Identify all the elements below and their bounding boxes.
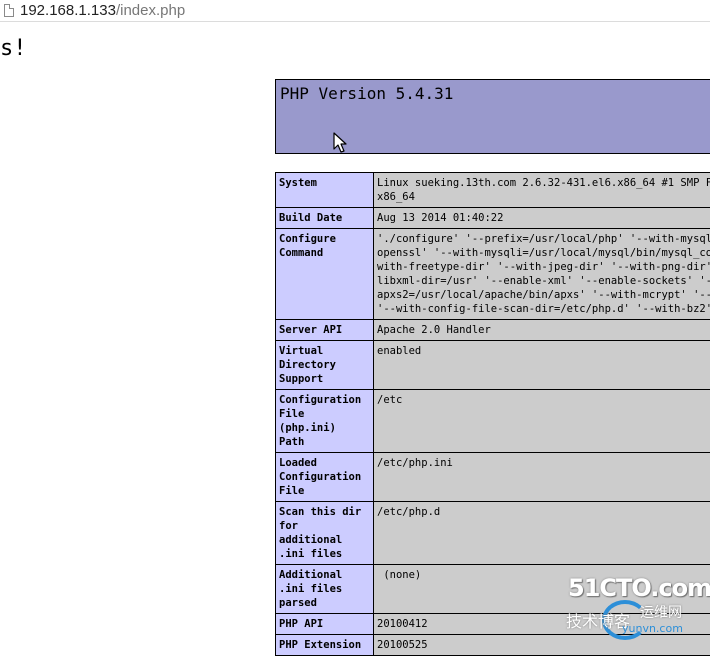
table-row: Server APIApache 2.0 Handler	[276, 320, 710, 341]
mouse-cursor-icon	[333, 132, 349, 154]
php-version-title: PHP Version 5.4.31	[280, 84, 453, 103]
table-row: Build DateAug 13 2014 01:40:22	[276, 208, 710, 229]
row-value: Apache 2.0 Handler	[374, 320, 710, 341]
table-row: Configuration File (php.ini) Path/etc	[276, 390, 710, 453]
watermark-logo: 51CTO.com 技术博客 运维网 yunvn.com	[560, 570, 710, 648]
row-value: /etc/php.ini	[374, 453, 710, 502]
table-row: Scan this dir for additional .ini files/…	[276, 502, 710, 565]
row-label: System	[276, 173, 374, 208]
watermark-sub-right: 运维网	[640, 602, 682, 622]
row-label: Server API	[276, 320, 374, 341]
url-path: /index.php	[116, 2, 185, 19]
url-host: 192.168.1.133	[20, 2, 116, 19]
row-value: Linux sueking.13th.com 2.6.32-431.el6.x8…	[374, 173, 710, 208]
row-label: Configure Command	[276, 229, 374, 320]
watermark-brand: 51CTO.com	[568, 574, 710, 602]
page-heading-truncated: s!	[0, 36, 27, 61]
row-value: enabled	[374, 341, 710, 390]
row-value: Aug 13 2014 01:40:22	[374, 208, 710, 229]
table-row: Loaded Configuration File/etc/php.ini	[276, 453, 710, 502]
table-row: Configure Command'./configure' '--prefix…	[276, 229, 710, 320]
row-label: PHP Extension	[276, 635, 374, 656]
row-label: Scan this dir for additional .ini files	[276, 502, 374, 565]
page-icon	[4, 4, 14, 17]
address-bar[interactable]: 192.168.1.133/index.php	[0, 0, 710, 22]
row-value: /etc/php.d	[374, 502, 710, 565]
row-label: Configuration File (php.ini) Path	[276, 390, 374, 453]
row-value: './configure' '--prefix=/usr/local/php' …	[374, 229, 710, 320]
row-label: Virtual Directory Support	[276, 341, 374, 390]
table-row: SystemLinux sueking.13th.com 2.6.32-431.…	[276, 173, 710, 208]
row-value: /etc	[374, 390, 710, 453]
row-label: Loaded Configuration File	[276, 453, 374, 502]
url-text[interactable]: 192.168.1.133/index.php	[20, 2, 185, 19]
row-label: Build Date	[276, 208, 374, 229]
watermark-sub-left: 技术博客	[566, 608, 630, 632]
watermark-site: yunvn.com	[622, 622, 683, 635]
row-label: PHP API	[276, 614, 374, 635]
table-row: Virtual Directory Supportenabled	[276, 341, 710, 390]
row-label: Additional .ini files parsed	[276, 565, 374, 614]
